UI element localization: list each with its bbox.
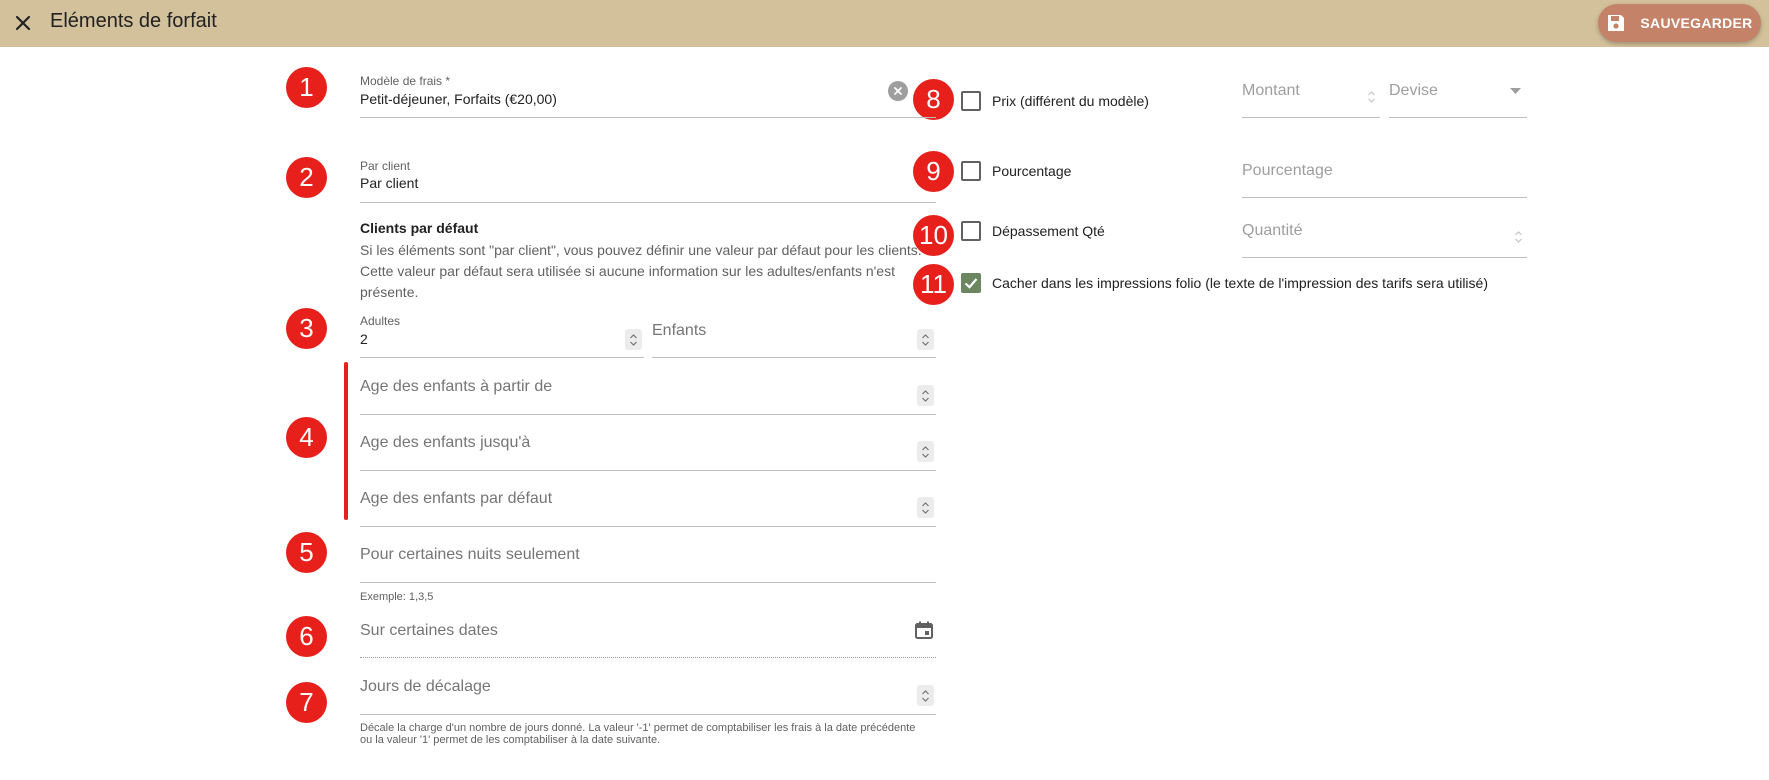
per-client-value: Par client bbox=[360, 175, 419, 191]
adults-input[interactable]: Adultes 2 bbox=[360, 308, 644, 358]
page-title: Eléments de forfait bbox=[50, 10, 217, 32]
child-age-to-input[interactable]: Age des enfants jusqu'à bbox=[360, 426, 936, 471]
offset-days-input[interactable]: Jours de décalage bbox=[360, 670, 936, 715]
child-age-from-input[interactable]: Age des enfants à partir de bbox=[360, 370, 936, 415]
child-age-default-stepper[interactable] bbox=[917, 497, 934, 518]
child-age-to-placeholder: Age des enfants jusqu'à bbox=[360, 434, 531, 451]
hide-folio-checkbox[interactable] bbox=[961, 273, 981, 293]
adults-value: 2 bbox=[360, 331, 368, 347]
dates-picker-input[interactable]: Sur certaines dates bbox=[360, 614, 936, 658]
checkmark-icon bbox=[964, 278, 978, 289]
floppy-disk-icon bbox=[1608, 15, 1625, 31]
step-badge-3: 3 bbox=[286, 308, 327, 349]
percentage-checkbox[interactable] bbox=[961, 161, 981, 181]
stepper-arrows-icon bbox=[922, 445, 929, 458]
child-age-from-placeholder: Age des enfants à partir de bbox=[360, 378, 553, 395]
step-badge-6: 6 bbox=[286, 616, 327, 657]
step-badge-4: 4 bbox=[286, 417, 327, 458]
quantity-overflow-checkbox[interactable] bbox=[961, 221, 981, 241]
quantity-input[interactable]: Quantité bbox=[1242, 210, 1527, 258]
hide-folio-label: Cacher dans les impressions folio (le te… bbox=[992, 275, 1488, 291]
step-badge-5: 5 bbox=[286, 532, 327, 573]
child-age-group-marker bbox=[344, 362, 348, 520]
adults-stepper[interactable] bbox=[625, 329, 642, 350]
stepper-arrows-icon[interactable] bbox=[1367, 90, 1376, 104]
child-age-default-input[interactable]: Age des enfants par défaut bbox=[360, 482, 936, 527]
nights-placeholder: Pour certaines nuits seulement bbox=[360, 546, 580, 563]
per-client-select[interactable]: Par client Par client bbox=[360, 155, 936, 203]
step-badge-2: 2 bbox=[286, 157, 327, 198]
children-stepper[interactable] bbox=[917, 329, 934, 350]
save-button[interactable]: SAUVEGARDER bbox=[1598, 4, 1761, 42]
fee-model-select[interactable]: Modèle de frais * Petit-déjeuner, Forfai… bbox=[360, 70, 936, 118]
close-button[interactable] bbox=[8, 8, 38, 38]
price-override-label: Prix (différent du modèle) bbox=[992, 93, 1149, 109]
children-placeholder: Enfants bbox=[652, 322, 707, 339]
adults-label: Adultes bbox=[360, 314, 401, 328]
top-bar: Eléments de forfait SAUVEGARDER bbox=[0, 0, 1769, 47]
clear-icon bbox=[894, 87, 902, 95]
step-badge-7: 7 bbox=[286, 682, 327, 723]
offset-days-stepper[interactable] bbox=[917, 685, 934, 706]
percentage-input[interactable]: Pourcentage bbox=[1242, 150, 1527, 198]
stepper-arrows-icon[interactable] bbox=[1514, 230, 1523, 244]
offset-days-hint: Décale la charge d'un nombre de jours do… bbox=[360, 722, 916, 746]
stepper-arrows-icon bbox=[922, 689, 929, 702]
stepper-arrows-icon bbox=[922, 333, 929, 346]
default-clients-description: Si les éléments sont "par client", vous … bbox=[360, 242, 922, 300]
calendar-icon[interactable] bbox=[914, 620, 934, 640]
offset-days-placeholder: Jours de décalage bbox=[360, 678, 491, 695]
stepper-arrows-icon bbox=[630, 333, 637, 346]
child-age-default-placeholder: Age des enfants par défaut bbox=[360, 490, 553, 507]
save-button-label: SAUVEGARDER bbox=[1640, 15, 1753, 31]
percentage-label: Pourcentage bbox=[992, 163, 1072, 179]
dates-placeholder: Sur certaines dates bbox=[360, 622, 498, 639]
nights-hint: Exemple: 1,3,5 bbox=[360, 591, 434, 603]
amount-placeholder: Montant bbox=[1242, 82, 1300, 99]
quantity-placeholder: Quantité bbox=[1242, 222, 1303, 239]
children-input[interactable]: Enfants bbox=[652, 308, 936, 358]
nights-input[interactable]: Pour certaines nuits seulement bbox=[360, 538, 936, 583]
fee-model-value: Petit-déjeuner, Forfaits (€20,00) bbox=[360, 91, 557, 107]
close-icon bbox=[15, 15, 31, 31]
clear-fee-model-button[interactable] bbox=[888, 81, 908, 101]
currency-select[interactable]: Devise bbox=[1389, 70, 1527, 118]
amount-input[interactable]: Montant bbox=[1242, 70, 1380, 118]
child-age-from-stepper[interactable] bbox=[917, 385, 934, 406]
default-clients-title: Clients par défaut bbox=[360, 220, 479, 236]
currency-placeholder: Devise bbox=[1389, 82, 1438, 99]
stepper-arrows-icon bbox=[922, 389, 929, 402]
step-badge-1: 1 bbox=[286, 67, 327, 108]
stepper-arrows-icon bbox=[922, 501, 929, 514]
child-age-to-stepper[interactable] bbox=[917, 441, 934, 462]
price-override-checkbox[interactable] bbox=[961, 91, 981, 111]
per-client-label: Par client bbox=[360, 159, 411, 173]
quantity-overflow-label: Dépassement Qté bbox=[992, 223, 1105, 239]
fee-model-label: Modèle de frais * bbox=[360, 74, 451, 88]
dropdown-arrow-icon bbox=[1510, 88, 1521, 94]
percentage-placeholder: Pourcentage bbox=[1242, 162, 1333, 179]
